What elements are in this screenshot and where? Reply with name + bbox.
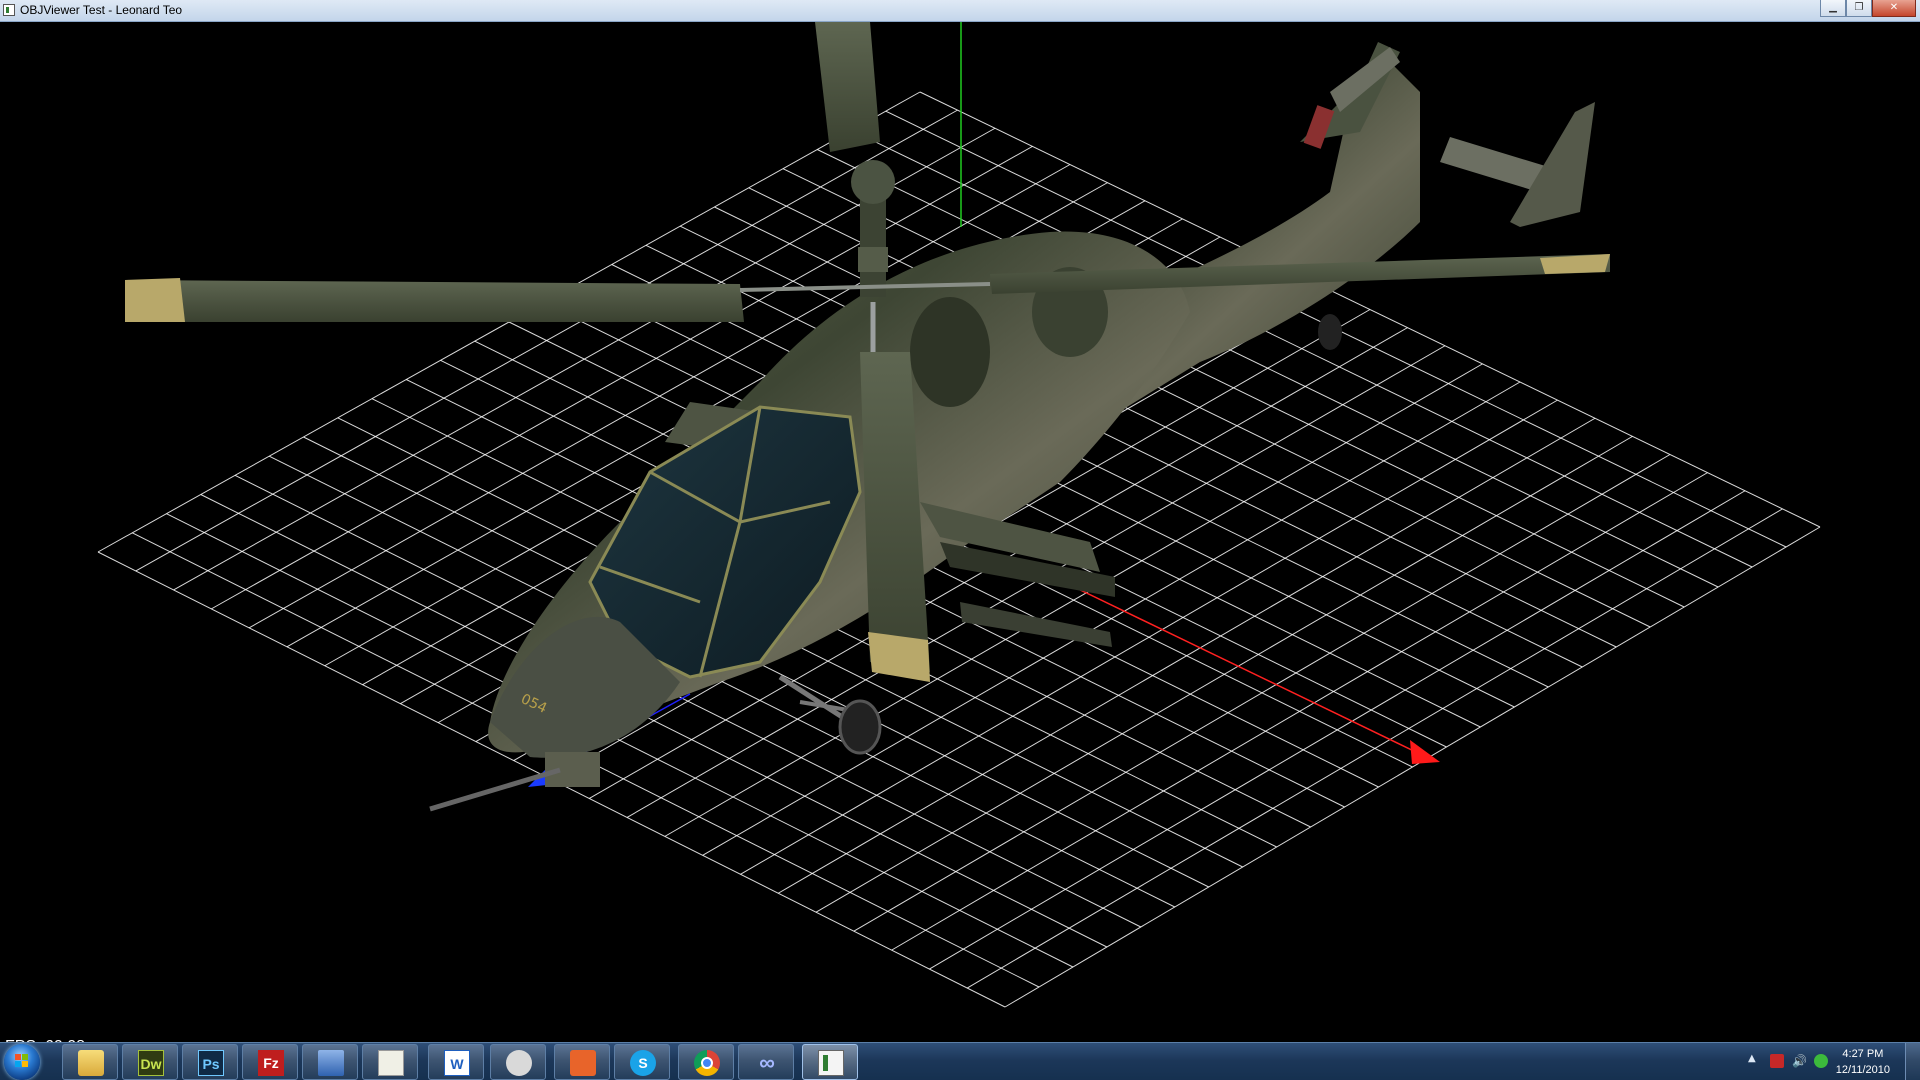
word-icon: W [444, 1050, 470, 1076]
minimize-icon: ▁ [1829, 2, 1837, 13]
close-button[interactable]: ✕ [1872, 0, 1916, 17]
taskbar-skype[interactable]: S [614, 1044, 670, 1080]
helicopter-model: 054 [125, 22, 1610, 812]
windows-start-icon [15, 1054, 29, 1068]
chrome-icon [694, 1050, 720, 1076]
clock[interactable]: 4:27 PM 12/11/2010 [1836, 1046, 1890, 1078]
maximize-button[interactable]: ❐ [1846, 0, 1872, 17]
x-axis [1069, 584, 1421, 755]
dreamweaver-icon: Dw [138, 1050, 164, 1076]
taskbar-chrome[interactable] [678, 1044, 734, 1080]
volume-icon[interactable]: 🔊 [1792, 1054, 1807, 1068]
taskbar-visual-studio[interactable]: ∞ [738, 1044, 794, 1080]
taskbar-word[interactable]: W [428, 1044, 484, 1080]
photoshop-icon: Ps [198, 1050, 224, 1076]
skype-icon: S [630, 1050, 656, 1076]
scene: 054 [97, 22, 1821, 1008]
window-titlebar[interactable]: OBJViewer Test - Leonard Teo ▁ ❐ ✕ [0, 0, 1920, 22]
window-controls: ▁ ❐ ✕ [1820, 0, 1916, 18]
taskbar-filezilla[interactable]: Fz [242, 1044, 298, 1080]
infinity-icon: ∞ [759, 1050, 775, 1075]
system-tray: ▲ 🔊 4:27 PM 12/11/2010 [1720, 1043, 1920, 1080]
window-icon [818, 1050, 844, 1076]
window-title: OBJViewer Test - Leonard Teo [20, 3, 183, 17]
taskbar-inkscape[interactable] [490, 1044, 546, 1080]
taskbar-explorer[interactable] [62, 1044, 118, 1080]
network-status-icon[interactable] [1814, 1054, 1828, 1068]
maximize-icon: ❐ [1854, 2, 1864, 13]
folder-icon [78, 1050, 104, 1076]
x-axis-arrow [1410, 740, 1440, 764]
filezilla-icon: Fz [258, 1050, 284, 1076]
grid-line [929, 490, 1746, 970]
tray-expand-icon[interactable]: ▲ [1748, 1053, 1756, 1064]
show-desktop-button[interactable] [1905, 1043, 1920, 1080]
start-button[interactable] [4, 1044, 40, 1080]
clock-date: 12/11/2010 [1835, 1064, 1890, 1076]
pen-icon [506, 1050, 532, 1076]
security-icon[interactable] [1770, 1054, 1784, 1068]
close-icon: ✕ [1889, 2, 1899, 13]
grid-line [1004, 526, 1821, 1008]
notepad-icon [378, 1050, 404, 1076]
taskbar-notepad[interactable] [362, 1044, 418, 1080]
clock-time: 4:27 PM [1842, 1048, 1884, 1060]
windows-taskbar: Dw Ps Fz W S ∞ ▲ 🔊 4:27 PM 12/11/2010 [0, 1042, 1920, 1080]
taskbar-dreamweaver[interactable]: Dw [122, 1044, 178, 1080]
powerpoint-icon [570, 1050, 596, 1076]
taskbar-objviewer[interactable] [802, 1044, 858, 1080]
app-icon [3, 4, 15, 16]
taskbar-powerpoint[interactable] [554, 1044, 610, 1080]
taskbar-photoshop[interactable]: Ps [182, 1044, 238, 1080]
minimize-button[interactable]: ▁ [1820, 0, 1846, 17]
network-icon [318, 1050, 344, 1076]
taskbar-network[interactable] [302, 1044, 358, 1080]
3d-viewport[interactable]: 054 FPS: 60.08 [0, 22, 1920, 1055]
